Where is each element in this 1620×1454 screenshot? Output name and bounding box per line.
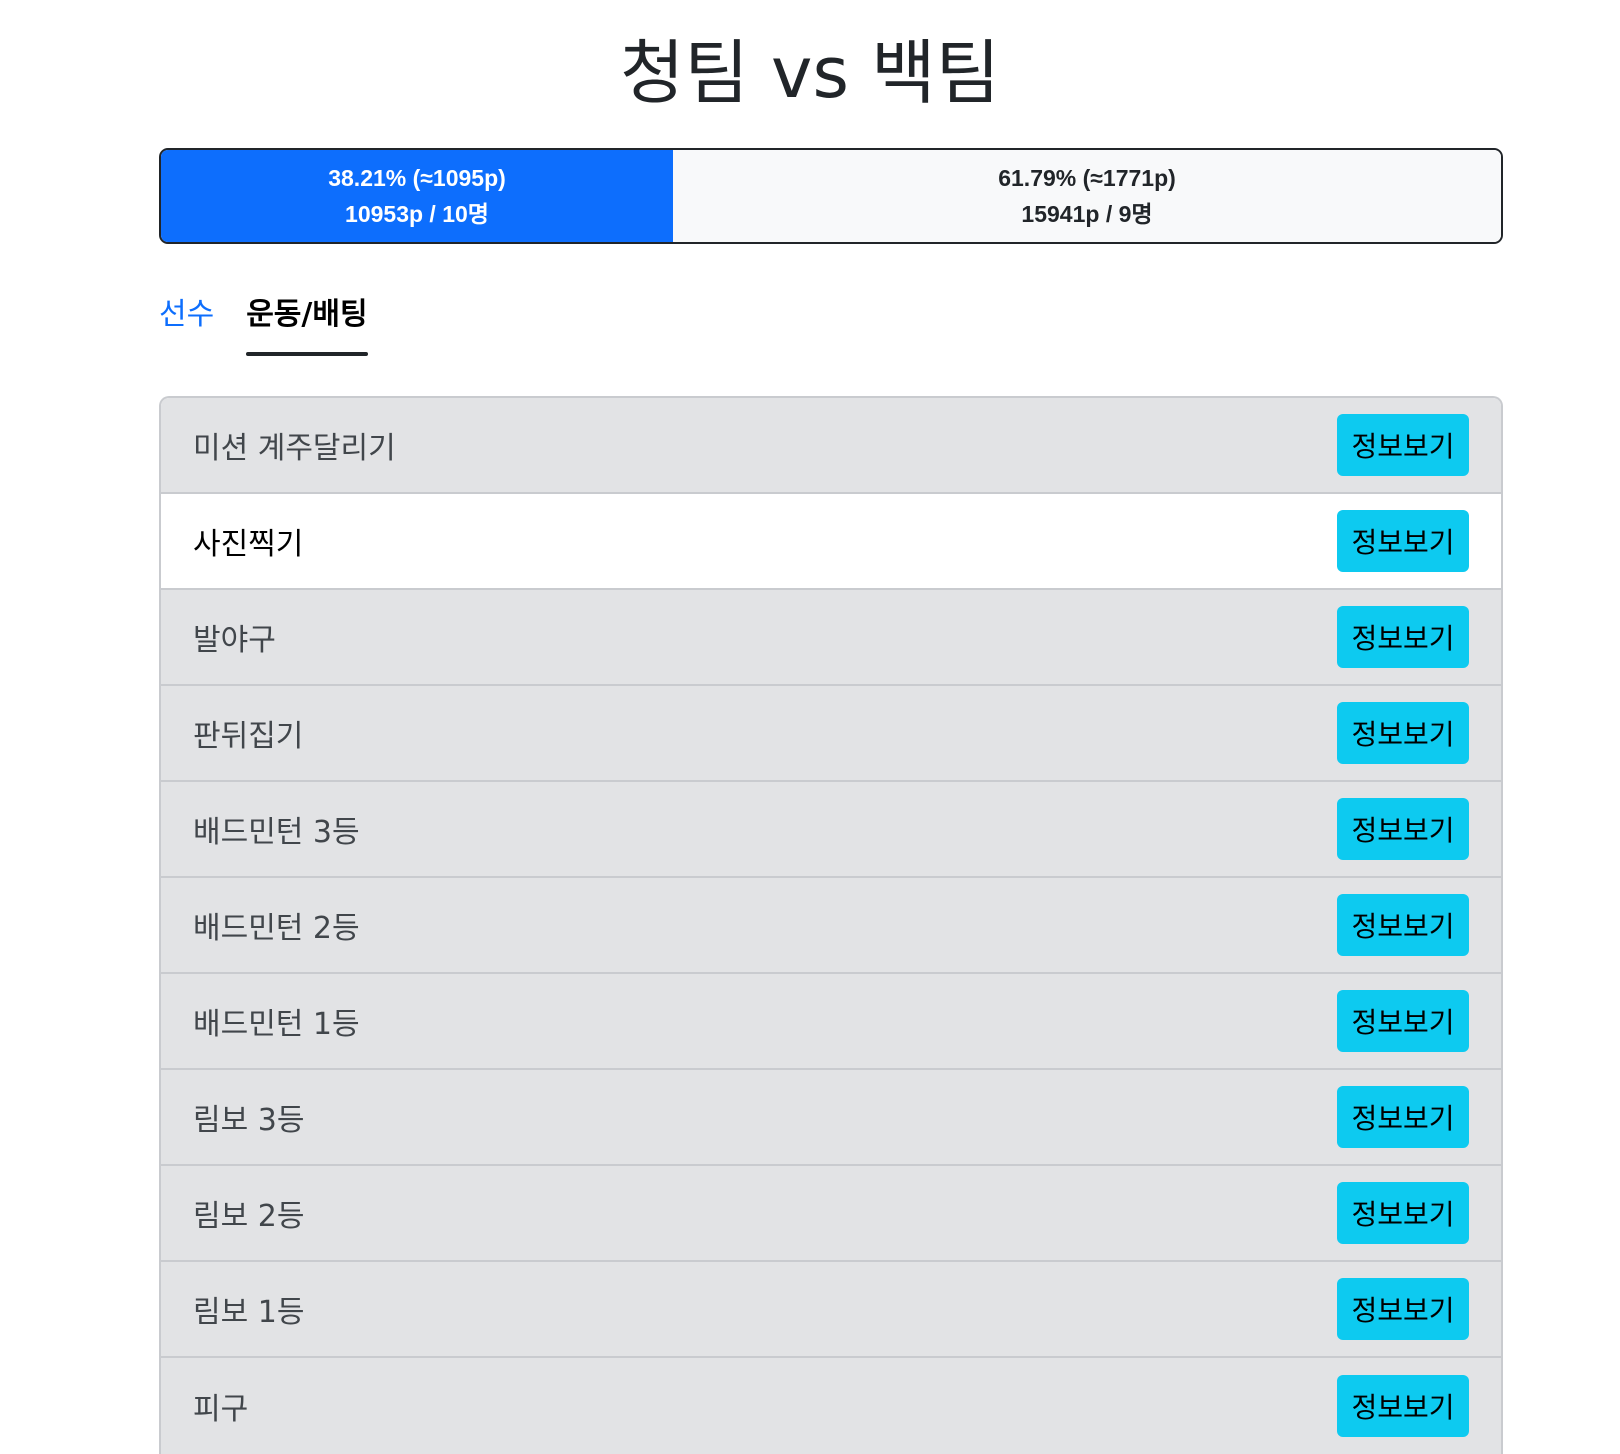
event-row[interactable]: 발야구 정보보기	[161, 590, 1501, 686]
page-title: 청팀 vs 백팀	[620, 32, 1000, 114]
event-row[interactable]: 림보 1등 정보보기	[161, 1262, 1501, 1358]
event-name: 피구	[193, 1392, 249, 1427]
event-list: 미션 계주달리기 정보보기 사진찍기 정보보기 발야구 정보보기 판뒤집기 정보보기 배드민턴 …	[159, 396, 1503, 1454]
event-name: 판뒤집기	[193, 719, 304, 754]
tab-bar: 선수 운동/배팅	[159, 290, 368, 366]
blue-team-percent: 38.21% (≈1095p)	[328, 165, 506, 191]
view-info-button[interactable]: 정보보기	[1337, 1375, 1469, 1437]
blue-team-points: 10953p / 10명	[345, 201, 489, 227]
white-team-segment: 61.79% (≈1771p) 15941p / 9명	[673, 150, 1501, 242]
event-name: 림보 1등	[193, 1295, 305, 1330]
event-row[interactable]: 림보 3등 정보보기	[161, 1070, 1501, 1166]
event-name: 배드민턴 3등	[193, 815, 360, 850]
event-row[interactable]: 배드민턴 3등 정보보기	[161, 782, 1501, 878]
view-info-button[interactable]: 정보보기	[1337, 894, 1469, 956]
event-row[interactable]: 배드민턴 1등 정보보기	[161, 974, 1501, 1070]
event-row[interactable]: 사진찍기 정보보기	[161, 494, 1501, 590]
event-row[interactable]: 피구 정보보기	[161, 1358, 1501, 1454]
event-row[interactable]: 배드민턴 2등 정보보기	[161, 878, 1501, 974]
event-row[interactable]: 미션 계주달리기 정보보기	[161, 398, 1501, 494]
event-name: 미션 계주달리기	[193, 431, 396, 466]
view-info-button[interactable]: 정보보기	[1337, 990, 1469, 1052]
tab-sports-betting[interactable]: 운동/배팅	[246, 290, 368, 356]
view-info-button[interactable]: 정보보기	[1337, 1278, 1469, 1340]
event-name: 발야구	[193, 623, 276, 658]
view-info-button[interactable]: 정보보기	[1337, 1182, 1469, 1244]
view-info-button[interactable]: 정보보기	[1337, 702, 1469, 764]
view-info-button[interactable]: 정보보기	[1337, 606, 1469, 668]
white-team-percent: 61.79% (≈1771p)	[998, 165, 1176, 191]
event-row[interactable]: 판뒤집기 정보보기	[161, 686, 1501, 782]
event-name: 림보 2등	[193, 1199, 305, 1234]
team-score-bar: 38.21% (≈1095p) 10953p / 10명 61.79% (≈17…	[159, 148, 1503, 244]
tab-players[interactable]: 선수	[159, 290, 214, 356]
blue-team-segment: 38.21% (≈1095p) 10953p / 10명	[161, 150, 673, 242]
event-name: 사진찍기	[193, 527, 304, 562]
white-team-points: 15941p / 9명	[1021, 201, 1153, 227]
view-info-button[interactable]: 정보보기	[1337, 510, 1469, 572]
event-name: 배드민턴 2등	[193, 911, 360, 946]
view-info-button[interactable]: 정보보기	[1337, 1086, 1469, 1148]
event-row[interactable]: 림보 2등 정보보기	[161, 1166, 1501, 1262]
event-name: 림보 3등	[193, 1103, 305, 1138]
view-info-button[interactable]: 정보보기	[1337, 798, 1469, 860]
view-info-button[interactable]: 정보보기	[1337, 414, 1469, 476]
event-name: 배드민턴 1등	[193, 1007, 360, 1042]
